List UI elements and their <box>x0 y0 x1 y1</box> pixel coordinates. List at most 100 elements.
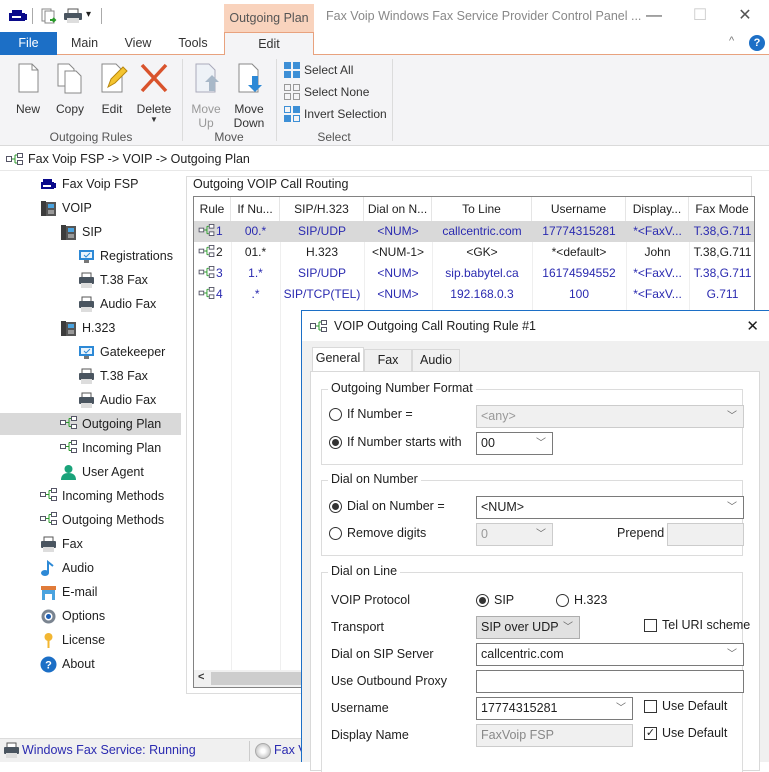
tab-file[interactable]: File <box>0 32 57 55</box>
export-icon[interactable] <box>40 8 58 24</box>
invert-selection-button[interactable]: Invert Selection <box>284 104 387 124</box>
protocol-sip-radio[interactable] <box>476 594 489 607</box>
tree-item-incoming-methods[interactable]: Incoming Methods <box>40 485 164 507</box>
breadcrumb-path[interactable]: Fax Voip FSP -> VOIP -> Outgoing Plan <box>28 147 250 171</box>
if-number-combo[interactable]: <any> ﹀ <box>476 405 744 428</box>
tree-item-h-323[interactable]: H.323 <box>60 317 115 339</box>
tree-item-gatekeeper[interactable]: Gatekeeper <box>78 341 165 363</box>
column-header[interactable]: If Nu... <box>231 197 280 221</box>
dialog-close-button[interactable]: ✕ <box>746 317 759 335</box>
column-header[interactable]: To Line <box>432 197 532 221</box>
select-none-button[interactable]: Select None <box>284 82 369 102</box>
remove-digits-radio[interactable] <box>329 527 342 540</box>
column-header[interactable]: SIP/H.323 <box>280 197 364 221</box>
starts-with-label: If Number starts with <box>347 435 462 449</box>
dialog-tab-audio[interactable]: Audio <box>412 349 460 371</box>
printer-icon <box>78 392 95 409</box>
tree-item-about[interactable]: ? About <box>40 653 95 675</box>
cell-username: 100 <box>568 287 590 301</box>
copy-button[interactable]: Copy <box>52 61 88 116</box>
select-all-button[interactable]: Select All <box>284 60 353 80</box>
tree-item-registrations[interactable]: Registrations <box>78 245 173 267</box>
cell-fax-mode: G.711 <box>706 287 739 301</box>
tree-item-e-mail[interactable]: E-mail <box>40 581 97 603</box>
minimize-button[interactable]: — <box>634 4 674 28</box>
tree-item-license[interactable]: License <box>40 629 105 651</box>
starts-with-radio[interactable] <box>329 436 342 449</box>
tree-item-fax-voip-fsp[interactable]: Fax Voip FSP <box>40 173 138 195</box>
maximize-button[interactable]: ☐ <box>680 4 720 28</box>
edit-button[interactable]: Edit <box>94 61 130 116</box>
if-number-label: If Number = <box>347 407 413 421</box>
context-tab-outgoing-plan: Outgoing Plan <box>224 4 314 32</box>
tree-item-user-agent[interactable]: User Agent <box>60 461 144 483</box>
collapse-ribbon-icon[interactable]: ^ <box>729 35 734 47</box>
remove-digits-combo[interactable]: 0 ﹀ <box>476 523 553 546</box>
display-name-label: Display Name <box>331 728 409 742</box>
display-use-default-checkbox[interactable]: ✓ <box>644 727 657 740</box>
customize-dropdown-icon[interactable]: ▾ <box>86 9 91 20</box>
routing-icon <box>198 224 215 236</box>
disc-icon <box>255 743 271 759</box>
dial-on-number-combo[interactable]: <NUM> ﹀ <box>476 496 744 519</box>
tree-item-fax[interactable]: Fax <box>40 533 83 555</box>
tree-item-audio[interactable]: Audio <box>40 557 94 579</box>
outbound-proxy-input[interactable] <box>476 670 744 693</box>
tree-item-voip[interactable]: VOIP <box>40 197 92 219</box>
tab-view[interactable]: View <box>112 32 164 55</box>
dialog-tab-general[interactable]: General <box>312 347 364 372</box>
move-down-button[interactable]: Move Down <box>229 61 269 130</box>
tree-item-t-38-fax[interactable]: T.38 Fax <box>78 269 148 291</box>
tree-item-t-38-fax[interactable]: T.38 Fax <box>78 365 148 387</box>
tree-item-options[interactable]: Options <box>40 605 105 627</box>
routing-icon <box>198 266 215 278</box>
tree-item-audio-fax[interactable]: Audio Fax <box>78 293 156 315</box>
starts-with-combo[interactable]: 00 ﹀ <box>476 432 553 455</box>
sip-server-combo[interactable]: callcentric.com ﹀ <box>476 643 744 666</box>
cell-rule: 1 <box>194 221 231 242</box>
scroll-left-button[interactable]: < <box>198 671 204 683</box>
move-up-button[interactable]: Move Up <box>187 61 225 130</box>
cell-display: *<FaxV... <box>633 266 682 280</box>
print-icon[interactable] <box>63 8 83 24</box>
tab-main[interactable]: Main <box>57 32 112 55</box>
table-row[interactable]: 1 00.* SIP/UDP <NUM> callcentric.com 17774315… <box>194 221 754 242</box>
column-header[interactable]: Display... <box>626 197 689 221</box>
tree-item-sip[interactable]: SIP <box>60 221 102 243</box>
tree-item-incoming-plan[interactable]: Incoming Plan <box>60 437 161 459</box>
tel-uri-checkbox[interactable] <box>644 619 657 632</box>
column-header[interactable]: Rule <box>194 197 231 221</box>
tab-tools[interactable]: Tools <box>164 32 222 55</box>
delete-button[interactable]: Delete ▼ <box>134 61 174 124</box>
username-combo[interactable]: 17774315281 ﹀ <box>476 697 633 720</box>
column-header[interactable]: Dial on N... <box>364 197 432 221</box>
tree-item-outgoing-plan[interactable]: Outgoing Plan <box>0 413 181 435</box>
transport-combo[interactable]: SIP over UDP ﹀ <box>476 616 580 639</box>
if-number-radio[interactable] <box>329 408 342 421</box>
ribbon: New Copy Edit Delete ▼ Outgoing Rules Mo… <box>0 55 769 146</box>
new-button[interactable]: New <box>10 61 46 116</box>
help-icon[interactable]: ? <box>749 35 765 51</box>
fax-service-status[interactable]: Windows Fax Service: Running <box>22 743 196 757</box>
app-fax-icon[interactable] <box>8 8 28 24</box>
column-header[interactable]: Username <box>532 197 626 221</box>
routing-icon <box>40 511 57 529</box>
tree-item-audio-fax[interactable]: Audio Fax <box>78 389 156 411</box>
chevron-down-icon: ﹀ <box>536 529 546 540</box>
protocol-h323-radio[interactable] <box>556 594 569 607</box>
column-header[interactable]: Fax Mode <box>689 197 754 221</box>
delete-dropdown-icon[interactable]: ▼ <box>134 116 174 124</box>
cell-dial-on: <NUM> <box>377 287 419 301</box>
dialog-tab-fax[interactable]: Fax <box>364 349 412 371</box>
table-row[interactable]: 2 01.* H.323 <NUM-1> <GK> *<default> John T.38,… <box>194 242 754 263</box>
tab-edit[interactable]: Edit <box>224 32 314 56</box>
prepend-input[interactable] <box>667 523 744 546</box>
monitor-check-icon <box>78 248 95 265</box>
tree-item-outgoing-methods[interactable]: Outgoing Methods <box>40 509 164 531</box>
username-use-default-checkbox[interactable] <box>644 700 657 713</box>
dial-on-number-radio[interactable] <box>329 500 342 513</box>
table-row[interactable]: 3 1.* SIP/UDP <NUM> sip.babytel.ca 1617459455… <box>194 263 754 284</box>
table-row[interactable]: 4 .* SIP/TCP(TEL) <NUM> 192.168.0.3 100 *<FaxV… <box>194 284 754 305</box>
display-name-input[interactable]: FaxVoip FSP <box>476 724 633 747</box>
close-button[interactable]: ✕ <box>725 4 765 28</box>
